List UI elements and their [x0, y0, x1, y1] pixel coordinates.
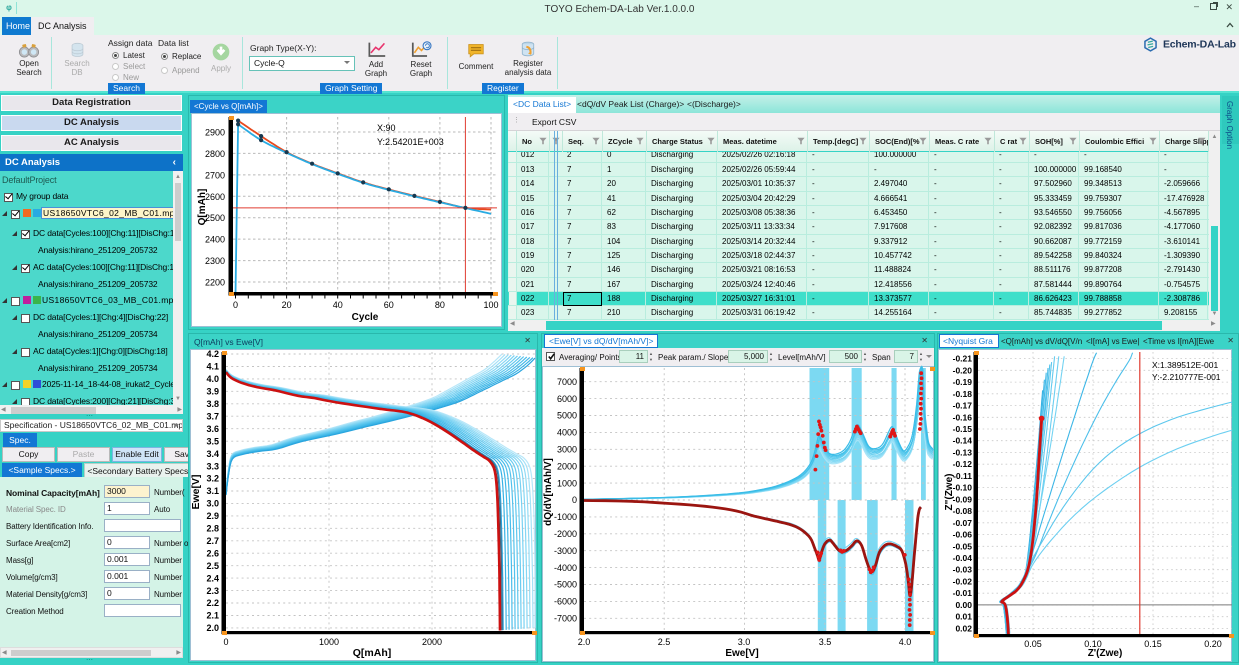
svg-text:-0.20: -0.20 — [953, 365, 973, 375]
svg-text:1000: 1000 — [319, 637, 339, 647]
svg-text:60: 60 — [384, 300, 394, 310]
svg-text:3.3: 3.3 — [206, 461, 219, 471]
svg-text:4.0: 4.0 — [206, 374, 219, 384]
svg-text:2.7: 2.7 — [206, 536, 219, 546]
svg-text:0: 0 — [233, 300, 238, 310]
svg-text:3.1: 3.1 — [206, 486, 219, 496]
svg-text:4.2: 4.2 — [206, 349, 219, 359]
svg-text:2.9: 2.9 — [206, 511, 219, 521]
svg-text:3.9: 3.9 — [206, 387, 219, 397]
svg-text:-7000: -7000 — [554, 614, 577, 624]
svg-text:3.0: 3.0 — [738, 637, 751, 647]
svg-text:Q[mAh]: Q[mAh] — [353, 647, 392, 659]
svg-text:-0.10: -0.10 — [953, 483, 973, 493]
svg-text:2.0: 2.0 — [578, 637, 591, 647]
svg-text:Z"(Zwe): Z"(Zwe) — [944, 474, 955, 511]
svg-text:-5000: -5000 — [554, 580, 577, 590]
svg-text:2400: 2400 — [205, 235, 225, 245]
svg-text:Z'(Zwe): Z'(Zwe) — [1088, 648, 1123, 659]
svg-text:3.5: 3.5 — [206, 436, 219, 446]
svg-text:-0.16: -0.16 — [953, 412, 973, 422]
svg-text:1000: 1000 — [557, 478, 577, 488]
svg-text:3.8: 3.8 — [206, 399, 219, 409]
svg-text:-0.07: -0.07 — [953, 518, 973, 528]
svg-text:2.3: 2.3 — [206, 586, 219, 596]
svg-text:2.8: 2.8 — [206, 524, 219, 534]
svg-text:-0.15: -0.15 — [953, 424, 973, 434]
svg-text:0: 0 — [223, 637, 228, 647]
svg-text:3.2: 3.2 — [206, 474, 219, 484]
svg-text:3.5: 3.5 — [819, 637, 832, 647]
svg-text:7000: 7000 — [557, 377, 577, 387]
svg-text:5000: 5000 — [557, 411, 577, 421]
svg-text:3.7: 3.7 — [206, 411, 219, 421]
svg-text:-2000: -2000 — [554, 529, 577, 539]
svg-text:-0.03: -0.03 — [953, 565, 973, 575]
svg-text:-6000: -6000 — [554, 597, 577, 607]
svg-text:2800: 2800 — [205, 149, 225, 159]
svg-text:2.0: 2.0 — [206, 623, 219, 633]
svg-text:Q[mAh]: Q[mAh] — [197, 189, 208, 226]
svg-text:Y:-2.210777E-001: Y:-2.210777E-001 — [1152, 372, 1221, 382]
svg-text:3.6: 3.6 — [206, 424, 219, 434]
svg-text:-0.14: -0.14 — [953, 436, 973, 446]
svg-text:0.05: 0.05 — [1024, 639, 1042, 649]
svg-text:-3000: -3000 — [554, 546, 577, 556]
svg-text:2.5: 2.5 — [658, 637, 671, 647]
svg-text:-0.06: -0.06 — [953, 530, 973, 540]
svg-text:Y:2.54201E+003: Y:2.54201E+003 — [377, 137, 444, 147]
svg-text:0: 0 — [572, 495, 577, 505]
svg-text:4000: 4000 — [557, 428, 577, 438]
svg-text:2.2: 2.2 — [206, 598, 219, 608]
svg-text:3.4: 3.4 — [206, 449, 219, 459]
svg-text:-0.09: -0.09 — [953, 494, 973, 504]
svg-text:40: 40 — [333, 300, 343, 310]
svg-text:0.01: 0.01 — [955, 612, 972, 622]
svg-text:0.02: 0.02 — [955, 623, 972, 633]
svg-text:2900: 2900 — [205, 128, 225, 138]
svg-text:-0.21: -0.21 — [953, 354, 973, 364]
svg-text:-0.08: -0.08 — [953, 506, 973, 516]
svg-text:-0.02: -0.02 — [953, 577, 973, 587]
svg-text:3.0: 3.0 — [206, 499, 219, 509]
svg-text:Ewe[V]: Ewe[V] — [190, 474, 202, 509]
svg-text:X:1.389512E-001: X:1.389512E-001 — [1152, 360, 1218, 370]
svg-text:-1000: -1000 — [554, 512, 577, 522]
svg-text:80: 80 — [435, 300, 445, 310]
svg-text:4.1: 4.1 — [206, 362, 219, 372]
svg-text:2300: 2300 — [205, 256, 225, 266]
svg-text:0.20: 0.20 — [1204, 639, 1222, 649]
svg-text:Ewe[V]: Ewe[V] — [725, 648, 758, 659]
svg-text:-4000: -4000 — [554, 563, 577, 573]
svg-text:-0.05: -0.05 — [953, 541, 973, 551]
svg-text:100: 100 — [483, 300, 498, 310]
svg-text:2700: 2700 — [205, 170, 225, 180]
svg-text:dQ/dV[mAh/V]: dQ/dV[mAh/V] — [543, 458, 554, 526]
svg-text:6000: 6000 — [557, 394, 577, 404]
svg-text:0.15: 0.15 — [1144, 639, 1162, 649]
svg-text:3000: 3000 — [557, 445, 577, 455]
svg-text:2.4: 2.4 — [206, 573, 219, 583]
svg-text:2000: 2000 — [557, 461, 577, 471]
svg-text:-0.19: -0.19 — [953, 377, 973, 387]
svg-text:2.5: 2.5 — [206, 561, 219, 571]
svg-text:-0.13: -0.13 — [953, 447, 973, 457]
svg-text:2.1: 2.1 — [206, 611, 219, 621]
svg-text:2.6: 2.6 — [206, 548, 219, 558]
svg-text:Cycle: Cycle — [352, 312, 379, 323]
svg-text:-0.17: -0.17 — [953, 401, 973, 411]
svg-text:-0.12: -0.12 — [953, 459, 973, 469]
svg-text:2000: 2000 — [422, 637, 442, 647]
svg-text:4.0: 4.0 — [899, 637, 912, 647]
svg-text:-0.11: -0.11 — [953, 471, 972, 481]
svg-text:20: 20 — [282, 300, 292, 310]
svg-text:-0.01: -0.01 — [953, 588, 973, 598]
svg-text:2200: 2200 — [205, 278, 225, 288]
svg-text:-0.04: -0.04 — [953, 553, 973, 563]
svg-text:0.00: 0.00 — [955, 600, 972, 610]
svg-text:X:90: X:90 — [377, 123, 396, 133]
svg-text:-0.18: -0.18 — [953, 389, 973, 399]
